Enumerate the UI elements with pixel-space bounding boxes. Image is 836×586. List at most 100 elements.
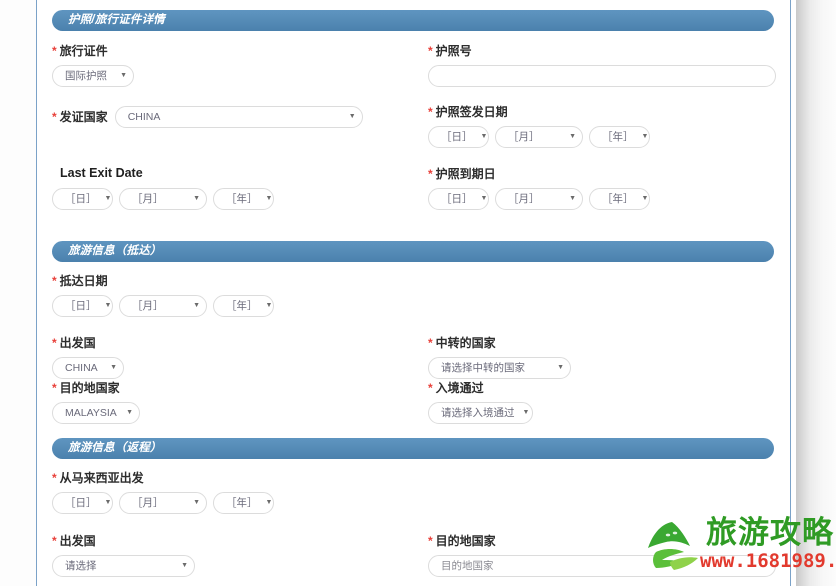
required-mark: * xyxy=(52,110,57,124)
chevron-down-icon: ▼ xyxy=(265,195,273,202)
chevron-down-icon: ▼ xyxy=(348,113,356,120)
label-travel-document: * 旅行证件 xyxy=(52,44,108,58)
last-exit-month-select[interactable]: ［月］ ▼ xyxy=(119,188,207,210)
arrival-date-row: ［日］ ▼ ［月］ ▼ ［年］ ▼ xyxy=(52,295,274,317)
last-exit-day-select[interactable]: ［日］ ▼ xyxy=(52,188,113,210)
arrival-date-year-select[interactable]: ［年］ ▼ xyxy=(213,295,274,317)
chevron-down-icon: ▼ xyxy=(522,409,530,416)
last-exit-date-row: ［日］ ▼ ［月］ ▼ ［年］ ▼ xyxy=(52,188,274,210)
label-passport-number: * 护照号 xyxy=(428,44,472,58)
label-passport-expiry-date: * 护照到期日 xyxy=(428,167,496,181)
chevron-down-icon: ▼ xyxy=(104,302,112,309)
label-arrival-date: * 抵达日期 xyxy=(52,274,108,288)
chevron-down-icon: ▼ xyxy=(480,133,488,140)
expiry-date-month-select[interactable]: ［月］ ▼ xyxy=(495,188,583,210)
label-arrival-departure-country: * 出发国 xyxy=(52,336,96,350)
issuing-country-value: CHINA xyxy=(127,111,161,123)
required-mark: * xyxy=(52,44,57,58)
required-mark: * xyxy=(52,471,57,485)
issue-date-year-select[interactable]: ［年］ ▼ xyxy=(589,126,650,148)
required-mark: * xyxy=(52,274,57,288)
travel-document-select[interactable]: 国际护照 ▼ xyxy=(52,65,134,87)
chevron-down-icon: ▼ xyxy=(104,499,112,506)
required-mark: * xyxy=(52,336,57,350)
label-passport-issue-date: * 护照签发日期 xyxy=(428,105,508,119)
label-return-destination-country: * 目的地国家 xyxy=(428,534,496,548)
field-depart-malaysia-date: * 从马来西亚出发 ［日］ ▼ ［月］ ▼ ［年］ ▼ xyxy=(52,471,274,514)
required-mark: * xyxy=(428,336,433,350)
return-destination-country-input[interactable]: 目的地国家 xyxy=(428,555,776,577)
required-mark: * xyxy=(428,105,433,119)
transit-country-select[interactable]: 请选择中转的国家 ▼ xyxy=(428,357,571,379)
page-left-margin xyxy=(0,0,36,586)
chevron-down-icon: ▼ xyxy=(480,195,488,202)
required-mark: * xyxy=(428,44,433,58)
arrival-date-month-value: ［月］ xyxy=(132,300,164,312)
passport-number-input[interactable] xyxy=(428,65,776,87)
required-mark: * xyxy=(52,534,57,548)
arrival-departure-country-select[interactable]: CHINA ▼ xyxy=(52,357,124,379)
entry-via-select[interactable]: 请选择入境通过 ▼ xyxy=(428,402,533,424)
expiry-date-year-value: ［年］ xyxy=(602,193,634,205)
expiry-date-year-select[interactable]: ［年］ ▼ xyxy=(589,188,650,210)
expiry-date-day-value: ［日］ xyxy=(441,193,473,205)
label-issuing-country: * 发证国家 xyxy=(52,110,108,124)
field-arrival-date: * 抵达日期 ［日］ ▼ ［月］ ▼ ［年］ ▼ xyxy=(52,274,274,317)
depart-malaysia-month-select[interactable]: ［月］ ▼ xyxy=(119,492,207,514)
required-mark: * xyxy=(428,534,433,548)
chevron-down-icon: ▼ xyxy=(641,133,649,140)
label-depart-malaysia-date: * 从马来西亚出发 xyxy=(52,471,144,485)
field-entry-via: * 入境通过 请选择入境通过 ▼ xyxy=(428,381,533,424)
section-header-arrival: 旅游信息（抵达） xyxy=(52,241,774,262)
form-card: 护照/旅行证件详情 * 旅行证件 国际护照 ▼ * 护照号 * 发证国家 CHINA … xyxy=(37,0,790,586)
field-travel-document: * 旅行证件 国际护照 ▼ xyxy=(52,44,134,87)
chevron-down-icon: ▼ xyxy=(193,302,200,309)
label-entry-via: * 入境通过 xyxy=(428,381,484,395)
arrival-date-year-value: ［年］ xyxy=(226,300,258,312)
label-last-exit-date: Last Exit Date xyxy=(60,166,143,180)
chevron-down-icon: ▼ xyxy=(641,195,649,202)
section-header-passport: 护照/旅行证件详情 xyxy=(52,10,774,31)
depart-malaysia-date-row: ［日］ ▼ ［月］ ▼ ［年］ ▼ xyxy=(52,492,274,514)
transit-country-value: 请选择中转的国家 xyxy=(441,362,525,374)
chevron-down-icon: ▼ xyxy=(193,499,200,506)
depart-malaysia-day-select[interactable]: ［日］ ▼ xyxy=(52,492,113,514)
arrival-destination-country-value: MALAYSIA xyxy=(65,407,117,419)
issue-date-month-select[interactable]: ［月］ ▼ xyxy=(495,126,583,148)
depart-malaysia-day-value: ［日］ xyxy=(65,497,97,509)
issue-date-day-select[interactable]: ［日］ ▼ xyxy=(428,126,489,148)
chevron-down-icon: ▼ xyxy=(181,562,188,569)
chevron-down-icon: ▼ xyxy=(126,409,133,416)
expiry-date-month-value: ［月］ xyxy=(508,193,540,205)
arrival-destination-country-select[interactable]: MALAYSIA ▼ xyxy=(52,402,140,424)
field-return-destination-country: * 目的地国家 目的地国家 xyxy=(428,534,776,577)
issuing-country-select[interactable]: CHINA ▼ xyxy=(114,106,363,128)
field-passport-expiry-date: * 护照到期日 ［日］ ▼ ［月］ ▼ ［年］ ▼ xyxy=(428,167,650,210)
return-departure-country-select[interactable]: 请选择 ▼ xyxy=(52,555,195,577)
page-right-shadow xyxy=(796,0,836,586)
arrival-date-day-select[interactable]: ［日］ ▼ xyxy=(52,295,113,317)
section-header-return: 旅游信息（返程） xyxy=(52,438,774,459)
passport-expiry-date-row: ［日］ ▼ ［月］ ▼ ［年］ ▼ xyxy=(428,188,650,210)
return-destination-country-value: 目的地国家 xyxy=(441,560,494,572)
label-arrival-destination-country: * 目的地国家 xyxy=(52,381,120,395)
expiry-date-day-select[interactable]: ［日］ ▼ xyxy=(428,188,489,210)
field-transit-country: * 中转的国家 请选择中转的国家 ▼ xyxy=(428,336,571,379)
label-return-departure-country: * 出发国 xyxy=(52,534,96,548)
chevron-down-icon: ▼ xyxy=(104,195,112,202)
chevron-down-icon: ▼ xyxy=(120,72,127,79)
required-mark: * xyxy=(428,167,433,181)
last-exit-year-select[interactable]: ［年］ ▼ xyxy=(213,188,274,210)
visa-application-form-page: 护照/旅行证件详情 * 旅行证件 国际护照 ▼ * 护照号 * 发证国家 CHINA … xyxy=(0,0,836,586)
chevron-down-icon: ▼ xyxy=(110,364,117,371)
chevron-down-icon: ▼ xyxy=(265,499,273,506)
field-return-departure-country: * 出发国 请选择 ▼ xyxy=(52,534,195,577)
arrival-date-month-select[interactable]: ［月］ ▼ xyxy=(119,295,207,317)
form-right-border xyxy=(790,0,791,586)
depart-malaysia-year-select[interactable]: ［年］ ▼ xyxy=(213,492,274,514)
chevron-down-icon: ▼ xyxy=(557,364,564,371)
passport-issue-date-row: ［日］ ▼ ［月］ ▼ ［年］ ▼ xyxy=(428,126,650,148)
required-mark: * xyxy=(428,381,433,395)
chevron-down-icon: ▼ xyxy=(569,195,576,202)
issue-date-year-value: ［年］ xyxy=(602,131,634,143)
